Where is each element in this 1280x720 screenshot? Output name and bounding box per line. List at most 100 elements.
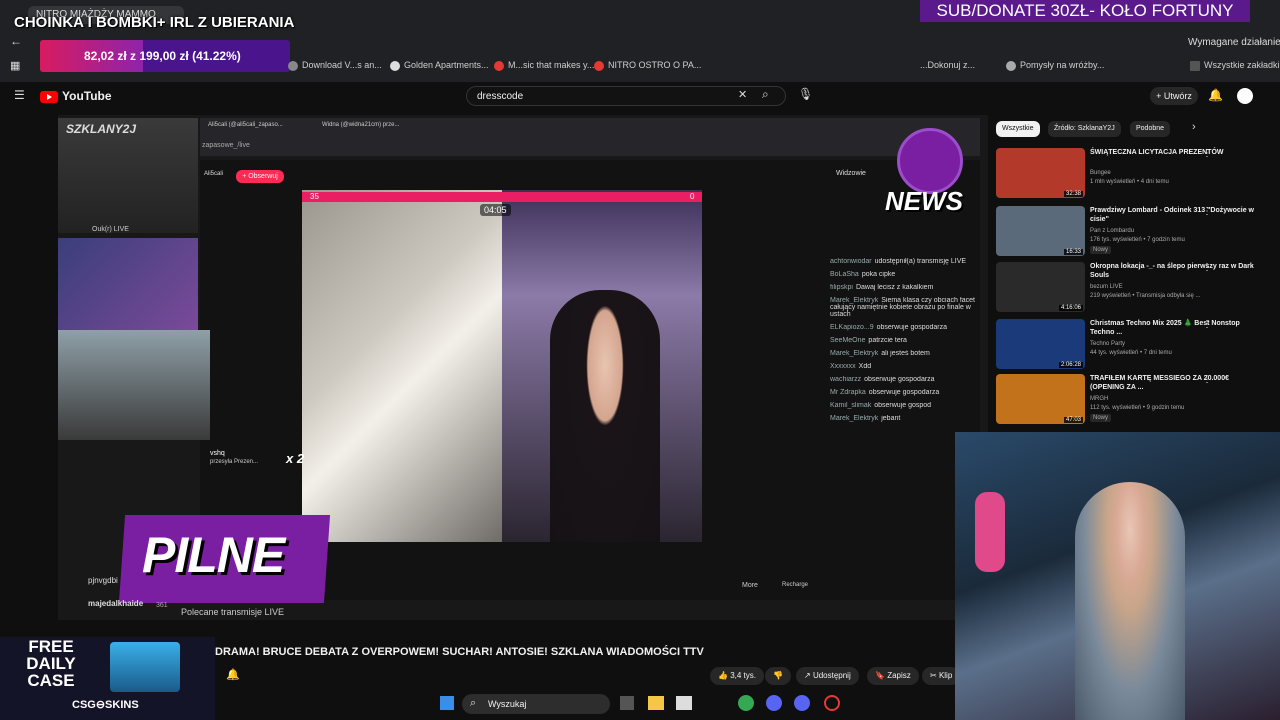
recommendation-channel[interactable]: Techno Party — [1090, 341, 1125, 347]
store-icon[interactable] — [676, 696, 692, 710]
embedded-browser-tabs: Ali5cali (@ali5cali_zapaso... Widna (@wi… — [200, 118, 980, 156]
share-button[interactable]: ↗ Udostępnij — [796, 667, 859, 685]
gift-count: x 2 — [286, 451, 305, 466]
recommendation-meta: 219 wyświetleń • Transmisja odbyła się .… — [1090, 293, 1201, 299]
chat-user-2: majedalkhaide — [88, 599, 144, 608]
microphone-icon — [975, 492, 1005, 572]
opera-icon[interactable] — [824, 695, 840, 711]
like-button[interactable]: 👍 3,4 tys. — [710, 667, 764, 685]
bell-icon[interactable]: 🔔 — [226, 668, 240, 681]
more-options-icon[interactable]: ⋮ — [1202, 206, 1212, 217]
chat-message: wachiarzz obserwuje gospodarza — [830, 376, 935, 383]
dislike-button[interactable]: 👎 — [765, 667, 791, 685]
webcam-3 — [58, 330, 210, 440]
chat-message: Xxxxxxx Xdd — [830, 363, 872, 370]
windows-start-icon[interactable] — [440, 696, 454, 710]
recommendation-title[interactable]: Prawdziwy Lombard - Odcinek 313 "Dożywoc… — [1090, 206, 1260, 224]
recommendation-channel[interactable]: bezum LIVE — [1090, 284, 1123, 290]
cam-sub-label: Ouk(r) LIVE — [92, 226, 129, 233]
chip-source[interactable]: Źródło: SzklanaY2J — [1048, 121, 1121, 137]
recommendation-duration: 4:16:06 — [1058, 305, 1083, 311]
news-logo: NEWS — [885, 128, 970, 223]
pilne-text: PILNE — [142, 527, 285, 583]
score-left: 35 — [310, 192, 319, 201]
battle-video-right — [502, 190, 702, 542]
bookmark-4[interactable]: NITRO OSTRO O PA... — [594, 60, 701, 71]
recommendation-title[interactable]: Christmas Techno Mix 2025 🎄 Best Nonstop… — [1090, 319, 1260, 337]
video-title: DRAMA! BRUCE DEBATA Z OVERPOWEM! SUCHAR!… — [215, 646, 704, 658]
recommendation-meta: 44 tys. wyświetleń • 7 dni temu — [1090, 350, 1172, 356]
file-explorer-icon[interactable] — [648, 696, 664, 710]
bookmark-6[interactable]: Pomysły na wróżby... — [1006, 60, 1104, 71]
chat-message: Mr Zdrapka obserwuje gospodarza — [830, 389, 940, 396]
bookmark-1[interactable]: Download V...s an... — [288, 60, 382, 71]
donation-goal-text: 82,02 zł z 199,00 zł (41.22%) — [84, 49, 241, 63]
recommendation-channel[interactable]: MRGH — [1090, 396, 1108, 402]
notifications-icon[interactable]: 🔔 — [1208, 88, 1223, 102]
viewers-label: Widzowie — [836, 170, 866, 177]
youtube-icon — [494, 60, 504, 71]
bookmark-2[interactable]: Golden Apartments... — [390, 60, 489, 71]
streamer-figure — [550, 290, 660, 542]
more-options-icon[interactable]: ⋮ — [1202, 374, 1212, 385]
create-button[interactable]: + Utwórz — [1150, 87, 1198, 105]
taskbar-search[interactable]: Wyszukaj — [462, 694, 610, 714]
avatar[interactable] — [1237, 88, 1253, 104]
chat-message: Kamil_slimak obserwuje gospod — [830, 402, 932, 409]
apps-icon[interactable]: ▦ — [10, 59, 20, 72]
task-view-icon[interactable] — [620, 696, 634, 710]
chevron-right-icon[interactable]: › — [1192, 121, 1196, 133]
follow-button: + Obserwuj — [236, 170, 284, 183]
score-right: 0 — [690, 192, 695, 201]
recommendation-meta: 112 tys. wyświetleń • 9 godzin temu — [1090, 405, 1185, 411]
search-icon: ⌕ — [470, 697, 477, 709]
app-icon[interactable] — [766, 695, 782, 711]
chat-user-1: pjnvgdbi — [88, 576, 118, 585]
recommendation-title[interactable]: ŚWIĄTECZNA LICYTACJA PREZENTÓW — [1090, 148, 1260, 157]
chat-message: Marek_Elektryk ali jesteś botem — [830, 350, 930, 357]
recommendation-channel[interactable]: Pan z Lombardu — [1090, 228, 1134, 234]
microphone-icon[interactable]: 🎙 — [798, 87, 813, 101]
recommended-live-label: Polecane transmisje LIVE — [181, 607, 285, 617]
save-button[interactable]: 🔖 Zapisz — [867, 667, 919, 685]
search-icon[interactable]: ⌕ — [762, 87, 769, 102]
chat-message: Marek_Elektryk Siema klasa czy obciach fa… — [830, 297, 975, 318]
chrome-icon[interactable] — [738, 695, 754, 711]
new-badge: Nowy — [1090, 414, 1112, 422]
webcam-stack: SZKLANY2J Ouk(r) LIVE — [58, 118, 210, 440]
recommendation-title[interactable]: Okropna lokacja -_- na ślepo pierwszy ra… — [1090, 262, 1260, 280]
bookmark-3[interactable]: M...sic that makes y... — [494, 60, 594, 71]
back-icon[interactable]: ← — [10, 34, 22, 48]
csgo-free-text: FREE DAILY CASE — [26, 637, 76, 690]
chat-message: Marek_Elektryk jebant — [830, 415, 901, 422]
recommendation-duration: 16:33 — [1063, 249, 1083, 255]
clear-search-icon[interactable]: ✕ — [738, 88, 747, 101]
more-options-icon[interactable]: ⋮ — [1202, 148, 1212, 159]
bookmark-5[interactable]: ...Dokonuj z... — [920, 60, 975, 70]
news-text: NEWS — [885, 186, 963, 216]
bookmark-icon — [390, 60, 400, 71]
recommendation-item[interactable]: 2:06:28 Christmas Techno Mix 2025 🎄 Best … — [996, 319, 1276, 374]
webcam-2 — [58, 238, 198, 330]
youtube-logo-icon — [40, 90, 58, 103]
battle-score-bar — [302, 192, 702, 202]
youtube-logo[interactable]: YouTube — [40, 89, 112, 103]
recommendation-item[interactable]: 16:33 Prawdziwy Lombard - Odcinek 313 "Do… — [996, 206, 1276, 261]
discord-icon[interactable] — [794, 695, 810, 711]
tab-warning[interactable]: Wymagane działanie — [1180, 34, 1280, 52]
recommendation-item[interactable]: 4:16:06 Okropna lokacja -_- na ślepo pier… — [996, 262, 1276, 317]
battle-timer: 04:05 — [480, 204, 511, 216]
recommendation-title[interactable]: TRAFIŁEM KARTĘ MESSIEGO ZA 20.000€ (OPEN… — [1090, 374, 1260, 392]
recommendation-item[interactable]: 32:38 ŚWIĄTECZNA LICYTACJA PREZENTÓW Bunge… — [996, 148, 1276, 203]
recommendation-channel[interactable]: Bungee — [1090, 170, 1111, 176]
recommendation-item[interactable]: 47:03 TRAFIŁEM KARTĘ MESSIEGO ZA 20.000€ … — [996, 374, 1276, 429]
menu-icon[interactable]: ☰ — [14, 88, 25, 102]
chat-message: achtonwiodar udostępnił(a) transmisję LIV… — [830, 258, 967, 265]
more-options-icon[interactable]: ⋮ — [1202, 319, 1212, 330]
chip-all[interactable]: Wszystkie — [996, 121, 1040, 137]
all-bookmarks[interactable]: Wszystkie zakładki — [1190, 60, 1280, 71]
more-options-icon[interactable]: ⋮ — [1202, 262, 1212, 273]
recommendation-meta: 176 tys. wyświetleń • 7 godzin temu — [1090, 237, 1185, 243]
case-icon — [110, 642, 180, 692]
chip-similar[interactable]: Podobne — [1130, 121, 1171, 137]
